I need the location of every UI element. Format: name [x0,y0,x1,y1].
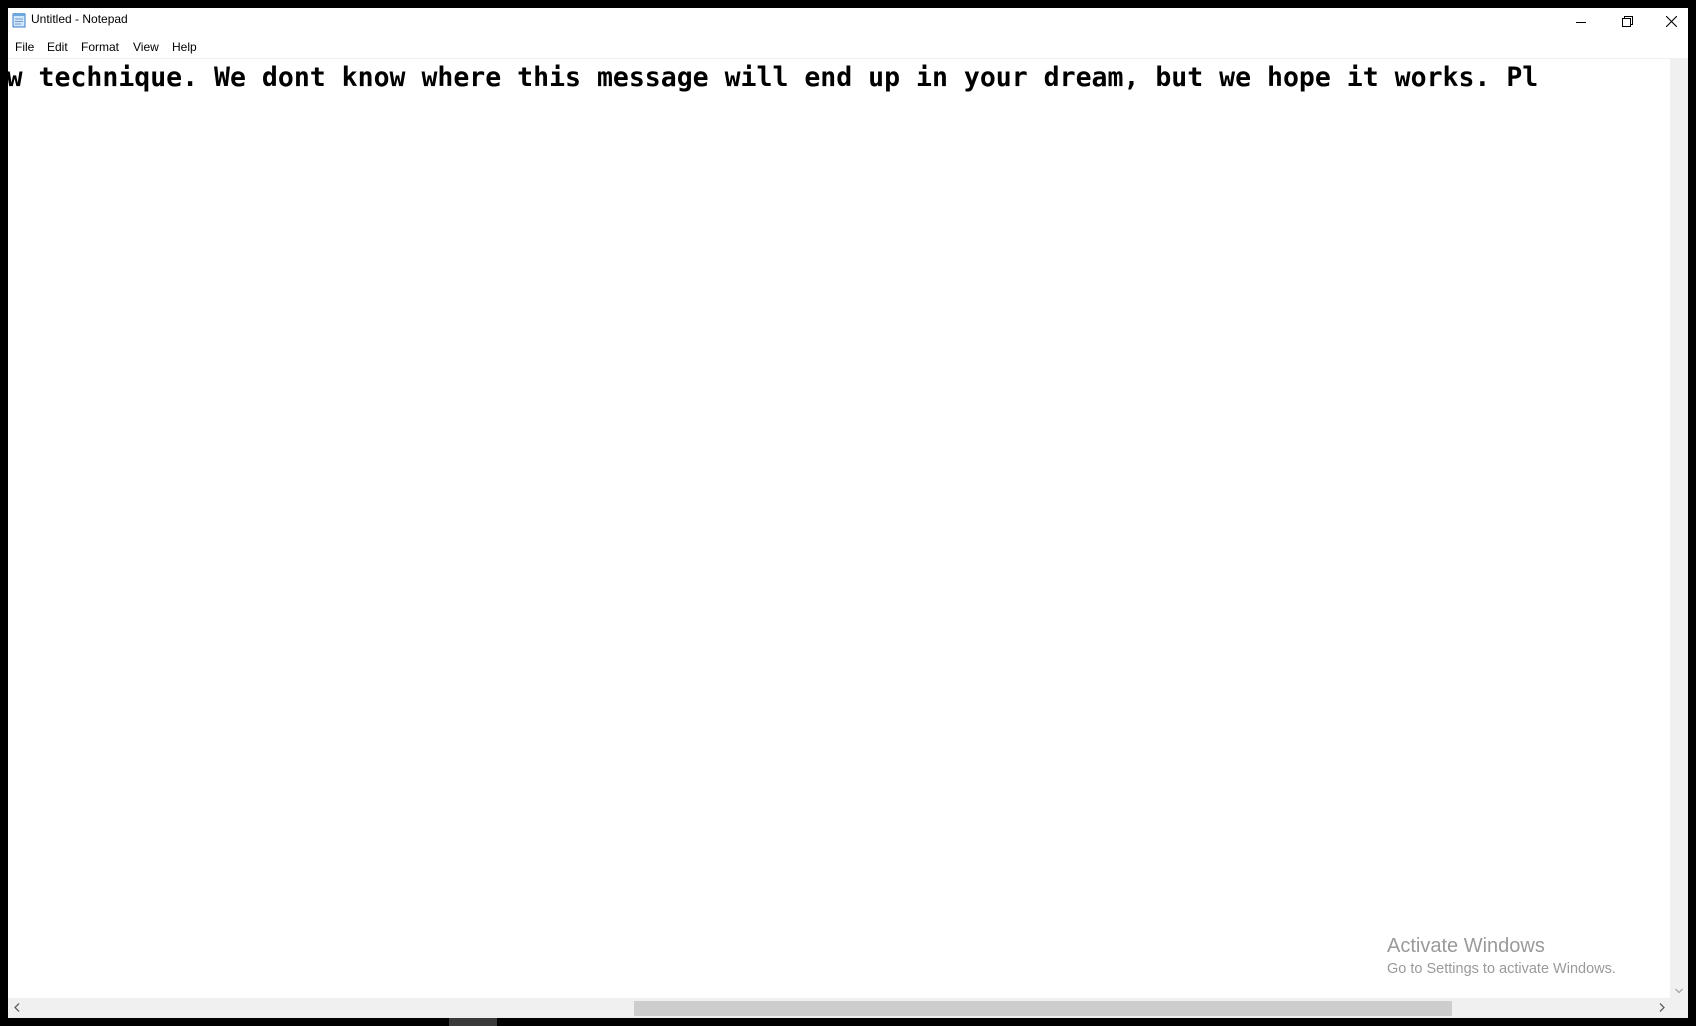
minimize-icon [1576,14,1586,32]
horizontal-scrollbar[interactable] [8,998,1670,1018]
editor-text[interactable]: ing a new technique. We dont know where … [8,61,1538,95]
horizontal-scroll-thumb[interactable] [634,1001,1452,1016]
chevron-down-icon [1675,981,1683,999]
title-bar[interactable]: Untitled - Notepad [8,8,1688,38]
menu-view[interactable]: View [131,40,161,54]
chevron-left-icon [13,999,20,1017]
text-editor[interactable]: ing a new technique. We dont know where … [8,59,1670,998]
menu-edit[interactable]: Edit [45,40,70,54]
notepad-icon[interactable] [12,12,26,28]
size-grip[interactable] [1670,998,1688,1018]
scroll-left-button[interactable] [8,998,25,1018]
watermark-title: Activate Windows [1387,935,1545,957]
activation-watermark: Activate Windows Go to Settings to activ… [1387,933,1616,979]
close-icon [1665,14,1677,32]
maximize-button[interactable] [1604,8,1650,38]
menu-file[interactable]: File [13,40,36,54]
restore-icon [1621,14,1633,32]
notepad-window: Untitled - Notepad File Edit Format View… [8,8,1688,1018]
scroll-right-button[interactable] [1653,998,1670,1018]
minimize-button[interactable] [1558,8,1604,38]
close-button[interactable] [1648,8,1688,38]
menu-help[interactable]: Help [170,40,199,54]
taskbar-button[interactable] [449,1018,497,1026]
menu-format[interactable]: Format [79,40,121,54]
chevron-right-icon [1659,999,1665,1017]
menu-bar: File Edit Format View Help [8,38,1688,59]
scroll-down-button[interactable] [1670,981,1688,998]
watermark-subtitle: Go to Settings to activate Windows. [1387,961,1616,977]
window-title: Untitled - Notepad [31,12,128,26]
vertical-scrollbar[interactable] [1670,59,1688,998]
